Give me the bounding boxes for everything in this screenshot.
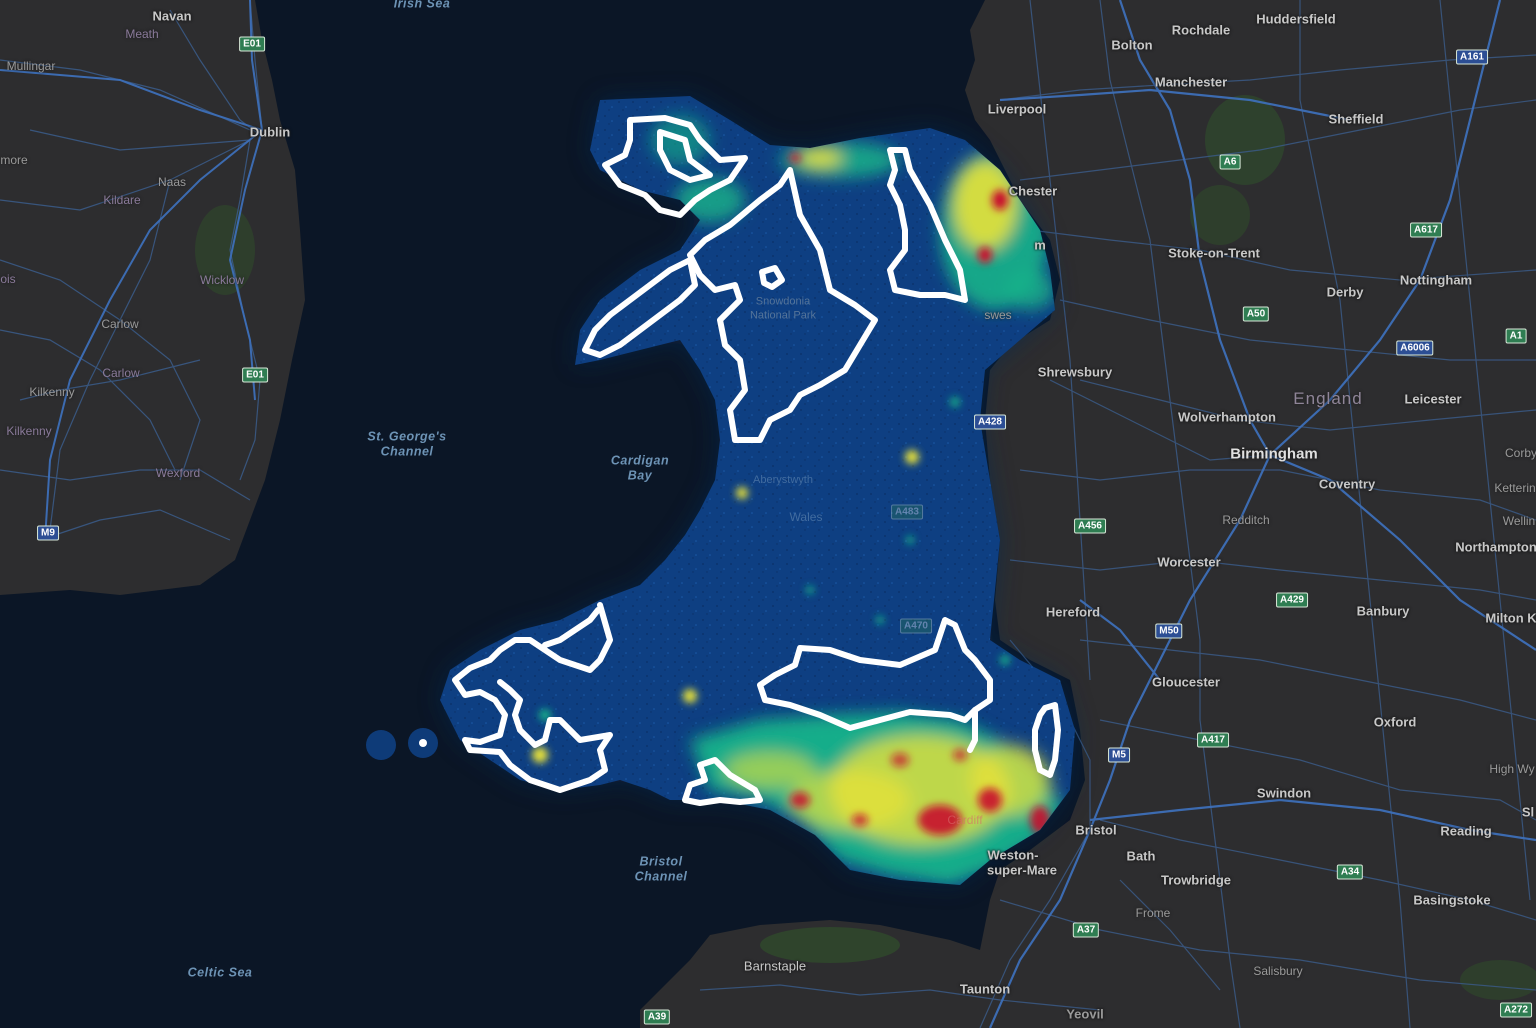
cardigan-bay-label-2: Bay: [627, 468, 653, 483]
road-shield-a470: A470: [900, 618, 932, 634]
city-gloucester: Gloucester: [1152, 674, 1220, 690]
bristol-channel-label-2: Channel: [634, 869, 688, 884]
irish-sea-label: Irish Sea: [393, 0, 451, 11]
city-worcester: Worcester: [1157, 554, 1221, 570]
city-shrewsbury: Shrewsbury: [1037, 364, 1113, 380]
county-kilkenny: Kilkenny: [6, 424, 52, 438]
county-wicklow: Wicklow: [200, 273, 244, 287]
park-label-2: National Park: [749, 309, 817, 322]
city-coventry: Coventry: [1318, 476, 1376, 492]
city-basingstoke: Basingstoke: [1413, 892, 1491, 908]
city-rochdale: Rochdale: [1171, 22, 1231, 38]
city-bath: Bath: [1126, 848, 1156, 864]
city-milton-keynes-partial: Milton K: [1485, 610, 1536, 626]
road-shield-m9: M9: [37, 525, 59, 541]
city-liverpool: Liverpool: [987, 101, 1047, 117]
city-banbury: Banbury: [1356, 603, 1410, 619]
city-barnstaple: Barnstaple: [743, 958, 807, 974]
city-birmingham: Birmingham: [1230, 445, 1318, 463]
county-carlow: Carlow: [102, 366, 140, 380]
county-wexford: Wexford: [155, 466, 201, 480]
city-oxford: Oxford: [1373, 714, 1417, 730]
county-meath: Meath: [125, 27, 159, 41]
county-laois: ois: [0, 272, 16, 286]
road-shield-a37: A37: [1072, 922, 1100, 938]
city-taunton: Taunton: [959, 981, 1011, 997]
city-dublin: Dublin: [249, 124, 291, 140]
road-shield-a6006: A6006: [1396, 340, 1434, 356]
road-shield-m5: M5: [1108, 747, 1130, 763]
city-kettering-partial: Ketterin: [1494, 481, 1536, 495]
road-shield-a161: A161: [1456, 49, 1488, 65]
bristol-channel-label-1: Bristol: [639, 854, 683, 869]
map-canvas[interactable]: [0, 0, 1536, 1028]
road-shield-a417: A417: [1197, 732, 1229, 748]
road-shield-a1: A1: [1505, 328, 1527, 344]
city-yeovil: Yeovil: [1066, 1006, 1104, 1022]
city-wrexham-partial: m: [1034, 237, 1046, 253]
city-redditch: Redditch: [1222, 513, 1270, 527]
st-georges-channel-label-2: Channel: [380, 444, 434, 459]
wales-label: Wales: [789, 510, 823, 524]
city-bristol: Bristol: [1075, 822, 1117, 838]
city-salisbury: Salisbury: [1253, 964, 1303, 978]
city-trowbridge: Trowbridge: [1160, 872, 1232, 888]
city-wolverhampton: Wolverhampton: [1178, 409, 1276, 425]
road-shield-a39: A39: [643, 1009, 671, 1025]
county-kildare: Kildare: [103, 193, 141, 207]
city-slough-partial: Sl: [1521, 804, 1535, 820]
city-kilkenny: Kilkenny: [29, 385, 75, 399]
celtic-sea-label: Celtic Sea: [187, 965, 253, 980]
road-shield-a428: A428: [974, 414, 1006, 430]
city-navan: Navan: [152, 8, 192, 24]
city-mullingar: Mullingar: [6, 59, 56, 73]
city-derby: Derby: [1326, 284, 1364, 300]
road-shield-e01: E01: [239, 36, 265, 52]
park-label-1: Snowdonia: [755, 295, 811, 308]
england-region-label: England: [1293, 389, 1363, 408]
st-georges-channel-label-1: St. George's: [367, 429, 447, 444]
city-oswestry-partial: swes: [984, 308, 1012, 322]
cannock-park: [1190, 185, 1250, 245]
city-sheffield: Sheffield: [1328, 111, 1384, 127]
road-shield-a617: A617: [1410, 222, 1442, 238]
road-shield-a429: A429: [1276, 592, 1308, 608]
road-shield-m50: M50: [1155, 623, 1183, 639]
city-reading: Reading: [1440, 823, 1492, 839]
road-shield-a34: A34: [1336, 864, 1364, 880]
city-chester: Chester: [1008, 183, 1058, 199]
road-shield-a272: A272: [1500, 1002, 1532, 1018]
city-stoke-on-trent: Stoke-on-Trent: [1168, 245, 1260, 261]
city-carlow: Carlow: [101, 317, 139, 331]
road-shield-a483: A483: [891, 504, 923, 520]
city-frome: Frome: [1135, 906, 1171, 920]
city-more: more: [0, 153, 28, 167]
city-swindon: Swindon: [1256, 785, 1312, 801]
city-naas: Naas: [157, 175, 187, 189]
peak-district-park: [1205, 95, 1285, 185]
city-bolton: Bolton: [1111, 37, 1153, 53]
road-shield-a456: A456: [1074, 518, 1106, 534]
city-corby-partial: Corby: [1504, 446, 1536, 460]
city-leicester: Leicester: [1404, 391, 1462, 407]
city-manchester: Manchester: [1154, 74, 1228, 90]
city-wellingborough-partial: Wellin: [1502, 514, 1536, 528]
city-huddersfield: Huddersfield: [1256, 11, 1336, 27]
city-weston-super-mare-2: super-Mare: [986, 862, 1058, 878]
cardigan-bay-label-1: Cardigan: [610, 453, 670, 468]
city-weston-super-mare-1: Weston-: [987, 847, 1039, 863]
city-high-wycombe-partial: High Wy: [1489, 762, 1535, 776]
city-hereford: Hereford: [1045, 604, 1101, 620]
road-shield-e01: E01: [242, 367, 268, 383]
map-view[interactable]: Irish Sea St. George's Channel Cardigan …: [0, 0, 1536, 1028]
city-nottingham: Nottingham: [1399, 272, 1473, 288]
aberystwyth-label: Aberystwyth: [753, 474, 813, 486]
cardiff-label: Cardiff: [947, 813, 983, 827]
road-shield-a6: A6: [1219, 154, 1241, 170]
city-northampton: Northampton: [1455, 539, 1536, 555]
road-shield-a50: A50: [1242, 306, 1270, 322]
